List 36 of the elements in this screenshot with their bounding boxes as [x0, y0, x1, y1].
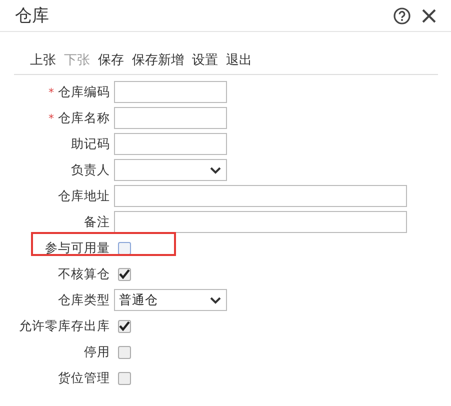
- toolbar-button[interactable]: 上张: [30, 51, 56, 69]
- field-label: 备注: [84, 214, 110, 228]
- toolbar-button[interactable]: 保存: [98, 51, 124, 69]
- input-field[interactable]: [114, 211, 407, 233]
- input-field[interactable]: [114, 107, 227, 129]
- checkbox[interactable]: [118, 346, 131, 358]
- help-icon[interactable]: [393, 6, 411, 24]
- checkbox[interactable]: [118, 268, 131, 280]
- toolbar-button[interactable]: 设置: [192, 51, 218, 69]
- chevron-down-icon: [210, 166, 221, 174]
- chevron-down-icon: [210, 296, 221, 304]
- field-label: 仓库名称: [58, 110, 110, 124]
- field-label: 仓库编码: [58, 84, 110, 98]
- toolbar-button[interactable]: 退出: [226, 51, 252, 69]
- field-label: 仓库类型: [58, 292, 110, 306]
- close-icon[interactable]: [421, 8, 437, 24]
- field-label: 不核算仓: [58, 266, 110, 280]
- checkbox[interactable]: [118, 320, 131, 332]
- toolbar-button[interactable]: 保存新增: [132, 51, 184, 69]
- window-title: 仓库: [15, 5, 49, 27]
- field-label: 参与可用量: [45, 240, 110, 254]
- field-label: 助记码: [71, 136, 110, 150]
- field-label: 仓库地址: [58, 188, 110, 202]
- field-label: 停用: [84, 344, 110, 358]
- field-label: 货位管理: [58, 370, 110, 384]
- input-field[interactable]: [114, 185, 407, 207]
- required-mark: *: [48, 112, 54, 124]
- required-mark: *: [48, 86, 54, 98]
- field-label: 允许零库存出库: [19, 318, 110, 332]
- input-field[interactable]: [114, 133, 227, 155]
- dropdown[interactable]: [114, 159, 227, 181]
- field-label: 负责人: [71, 162, 110, 176]
- input-field[interactable]: [114, 81, 227, 103]
- checkbox[interactable]: [118, 372, 131, 384]
- dropdown[interactable]: 普通仓: [114, 289, 227, 311]
- checkbox[interactable]: [118, 242, 131, 254]
